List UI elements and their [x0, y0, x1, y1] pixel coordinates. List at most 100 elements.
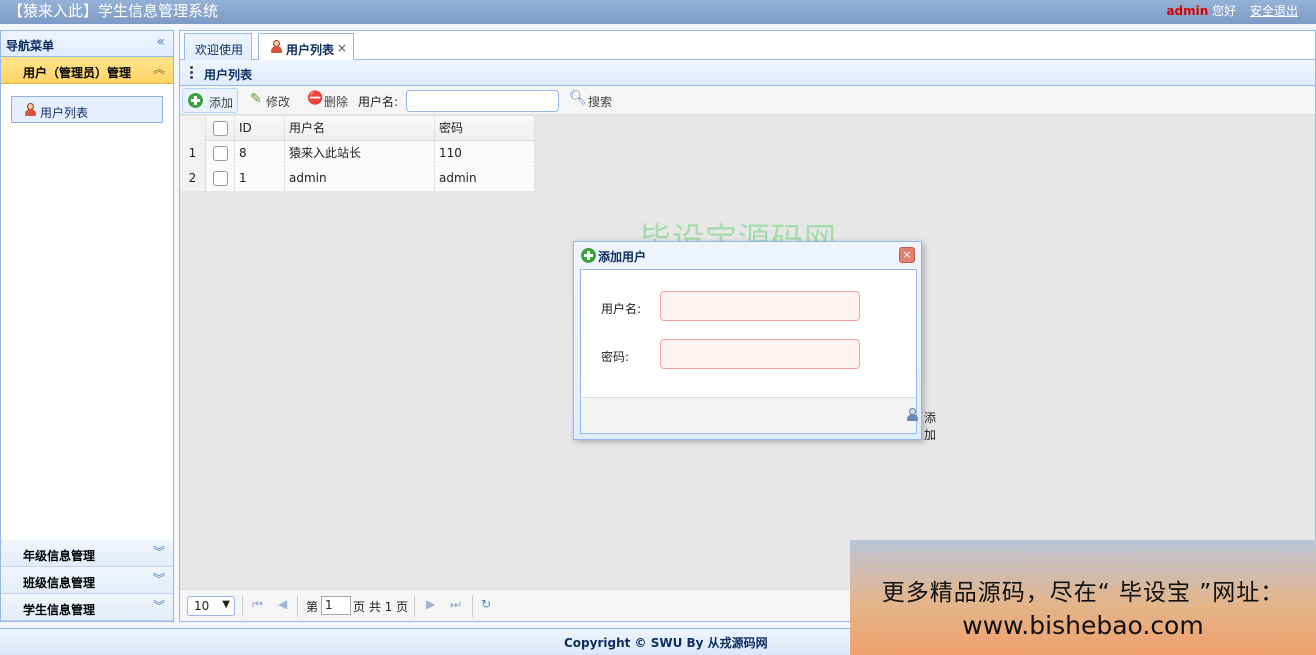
- promo-banner: 更多精品源码，尽在“ 毕设宝 ”网址： www.bishebao.com: [850, 540, 1316, 655]
- table-row[interactable]: 1 8 猿来入此站长 110: [180, 141, 535, 166]
- current-user: admin: [1166, 4, 1209, 18]
- app-title: 【猿来入此】学生信息管理系统: [8, 2, 219, 20]
- panel-header: 用户列表: [180, 60, 1315, 86]
- pager-divider: [297, 595, 298, 617]
- select-all-cell: [206, 116, 235, 141]
- sidebar-item-user-list[interactable]: 用户列表: [11, 96, 163, 123]
- nav-sidebar: 导航菜单 « 用户（管理员）管理 ︽ 用户列表 年级信息管理 ︾ 班级信息管理 …: [0, 30, 174, 622]
- refresh-icon[interactable]: ↻: [481, 597, 491, 611]
- delete-icon: ⛔: [307, 91, 324, 106]
- nav-group-label: 班级信息管理: [23, 576, 96, 590]
- cell-username: admin: [285, 166, 435, 191]
- search-button-label: 搜索: [588, 95, 613, 109]
- close-icon[interactable]: ×: [899, 247, 915, 263]
- dialog-title: 添加用户: [598, 250, 647, 264]
- search-icon: 🔍︎: [569, 90, 587, 106]
- pager-divider: [242, 595, 243, 617]
- row-number: 1: [180, 141, 206, 166]
- cell-id: 8: [235, 141, 285, 166]
- tab-bar: 欢迎使用 用户列表 ×: [180, 31, 1315, 61]
- greeting-text: 您好: [1212, 4, 1237, 18]
- pencil-icon: ✎: [250, 91, 262, 107]
- nav-group-label: 年级信息管理: [23, 549, 96, 563]
- user-area: admin 您好 安全退出: [1166, 3, 1298, 19]
- row-checkbox-cell: [206, 141, 235, 166]
- tab-user-list[interactable]: 用户列表 ×: [258, 33, 354, 61]
- row-number: 2: [180, 166, 206, 191]
- add-user-icon: [906, 408, 919, 421]
- cell-id: 1: [235, 166, 285, 191]
- nav-group-student[interactable]: 学生信息管理 ︾: [1, 594, 173, 621]
- user-icon: [270, 40, 283, 53]
- page-size-value: 10: [194, 599, 210, 613]
- select-all-checkbox[interactable]: [213, 121, 228, 136]
- copyright-text: Copyright © SWU By 从戎源码网: [564, 636, 768, 650]
- nav-group-grade[interactable]: 年级信息管理 ︾: [1, 540, 173, 567]
- cell-password: admin: [435, 166, 535, 191]
- nav-title: 导航菜单: [6, 39, 55, 53]
- username-search-input[interactable]: [406, 90, 559, 112]
- column-header-id[interactable]: ID: [235, 116, 285, 141]
- panel-title: 用户列表: [204, 68, 253, 82]
- add-button[interactable]: 添加: [182, 88, 238, 113]
- promo-line-2: www.bishebao.com: [962, 611, 1204, 640]
- first-page-icon[interactable]: ⏮: [252, 597, 263, 612]
- chevron-down-icon[interactable]: ︾: [153, 545, 165, 559]
- tab-close-icon[interactable]: ×: [337, 41, 347, 55]
- chevron-up-icon[interactable]: ︽: [153, 62, 165, 76]
- tab-label: 欢迎使用: [195, 43, 244, 57]
- add-button-label: 添加: [209, 96, 234, 110]
- page-prefix: 第: [306, 600, 319, 614]
- pager-divider: [472, 595, 473, 617]
- last-page-icon[interactable]: ⏭: [450, 597, 461, 612]
- edit-button-label: 修改: [266, 95, 291, 109]
- user-table: ID 用户名 密码 1 8 猿来入此站长 110 2 1 admin admin: [180, 116, 535, 191]
- chevron-down-icon[interactable]: ︾: [153, 599, 165, 613]
- page-total-text: 页 共 1 页: [353, 600, 409, 614]
- delete-button[interactable]: ⛔ 删除: [304, 88, 354, 113]
- nav-groups-collapsed: 年级信息管理 ︾ 班级信息管理 ︾ 学生信息管理 ︾: [1, 540, 173, 621]
- drag-handle-icon: [190, 66, 194, 80]
- next-page-icon[interactable]: ▶: [426, 597, 435, 611]
- search-button[interactable]: 🔍︎ 搜索: [566, 88, 616, 113]
- grid-toolbar: 添加 ✎ 修改 ⛔ 删除 用户名: 🔍︎ 搜索: [180, 86, 1315, 115]
- cell-username: 猿来入此站长: [285, 141, 435, 166]
- delete-button-label: 删除: [324, 95, 349, 109]
- chevron-down-icon: ▼: [222, 599, 230, 610]
- table-row[interactable]: 2 1 admin admin: [180, 166, 535, 191]
- add-user-dialog: 添加用户 × 用户名: 密码: 添加: [573, 241, 936, 442]
- chevron-down-icon[interactable]: ︾: [153, 572, 165, 586]
- column-header-password[interactable]: 密码: [435, 116, 535, 141]
- dialog-footer: 添加: [580, 397, 936, 442]
- tab-welcome[interactable]: 欢迎使用: [184, 33, 252, 61]
- password-field[interactable]: [660, 339, 860, 369]
- promo-line-1: 更多精品源码，尽在“ 毕设宝 ”网址：: [881, 580, 1285, 606]
- nav-header: 导航菜单 «: [1, 31, 173, 57]
- search-label: 用户名:: [358, 95, 399, 109]
- nav-group-class[interactable]: 班级信息管理 ︾: [1, 567, 173, 594]
- logout-link[interactable]: 安全退出: [1250, 4, 1298, 18]
- sidebar-item-label: 用户列表: [40, 106, 89, 120]
- add-icon: [581, 248, 596, 263]
- dialog-add-label: 添加: [924, 411, 937, 442]
- edit-button[interactable]: ✎ 修改: [246, 88, 296, 113]
- row-checkbox-cell: [206, 166, 235, 191]
- add-icon: [188, 93, 203, 108]
- page-number-input[interactable]: 1: [321, 596, 351, 615]
- username-field[interactable]: [660, 291, 860, 321]
- nav-group-label: 用户（管理员）管理: [23, 66, 132, 80]
- cell-password: 110: [435, 141, 535, 166]
- column-header-username[interactable]: 用户名: [285, 116, 435, 141]
- user-icon: [24, 103, 37, 116]
- row-checkbox[interactable]: [213, 146, 228, 161]
- page-size-select[interactable]: 10 ▼: [187, 596, 235, 616]
- table-header: ID 用户名 密码: [180, 116, 535, 141]
- nav-group-body: 用户列表: [1, 84, 173, 541]
- row-number-header: [180, 116, 206, 141]
- pager-divider: [414, 595, 415, 617]
- row-checkbox[interactable]: [213, 171, 228, 186]
- dialog-body: 用户名: 密码:: [580, 269, 917, 397]
- nav-group-user-admin[interactable]: 用户（管理员）管理 ︽: [1, 57, 173, 84]
- prev-page-icon[interactable]: ◀: [278, 597, 287, 611]
- collapse-sidebar-icon[interactable]: «: [156, 35, 165, 49]
